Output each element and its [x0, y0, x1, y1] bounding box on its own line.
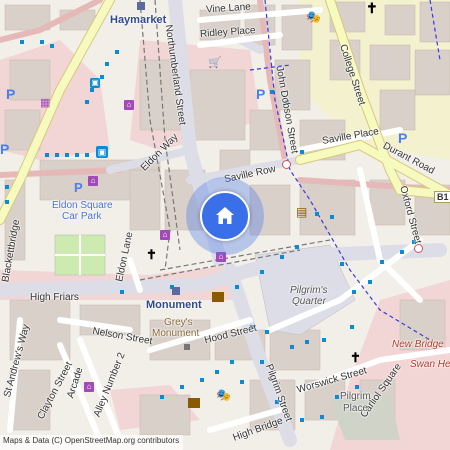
label-greys-monument: Grey's	[164, 317, 193, 328]
home-icon	[216, 207, 234, 224]
parking-icon[interactable]: P	[74, 180, 83, 195]
parking-icon[interactable]: P	[256, 86, 265, 102]
label-pilgrims-quarter: Pilgrim's	[290, 285, 328, 296]
label-pilgrim-place: Place	[343, 403, 369, 414]
cross-icon[interactable]: ✝	[350, 350, 361, 366]
cross-icon[interactable]: ✝	[146, 247, 157, 263]
label-monument: Monument	[146, 299, 202, 311]
film-icon[interactable]	[188, 398, 200, 408]
shopping-bag-icon[interactable]: ⌂	[160, 230, 170, 240]
label-eldon-square-car-park: Car Park	[62, 211, 102, 222]
cross-icon[interactable]: ✝	[366, 0, 378, 17]
monument-marker-icon[interactable]	[184, 344, 190, 350]
label-new-bridge: New Bridge	[392, 339, 444, 350]
bus-station-icon[interactable]: ▣	[90, 78, 100, 88]
shopping-cart-icon[interactable]: 🛒	[208, 56, 222, 69]
film-icon[interactable]	[212, 292, 224, 302]
label-haymarket: Haymarket	[110, 14, 167, 26]
theatre-masks-icon[interactable]: 🎭	[216, 388, 231, 402]
parking-icon[interactable]: P	[0, 141, 9, 157]
shopping-bag-icon[interactable]: ⌂	[88, 176, 98, 186]
label-high-friars: High Friars	[30, 292, 79, 303]
shopping-bag-icon[interactable]: ⌂	[84, 382, 94, 392]
marker-icon[interactable]	[414, 244, 423, 253]
label-pilgrim-place: Pilgrim	[340, 391, 371, 402]
marker-icon[interactable]	[282, 160, 291, 169]
label-greys-monument: Monument	[152, 328, 200, 339]
station-icon[interactable]	[137, 2, 145, 10]
label-swan-house: Swan He	[410, 359, 450, 370]
theatre-masks-icon[interactable]: 🎭	[306, 10, 321, 24]
shopping-bag-icon[interactable]: ⌂	[124, 100, 134, 110]
parking-icon[interactable]: P	[6, 86, 15, 102]
shopping-bag-icon[interactable]: ▦	[40, 96, 50, 109]
label-pilgrims-quarter: Quarter	[292, 296, 326, 307]
map-attribution[interactable]: Maps & Data (C) OpenStreetMap.org contri…	[0, 435, 184, 450]
book-icon[interactable]: ▤	[296, 205, 307, 219]
bus-station-icon[interactable]: ▣	[96, 146, 108, 158]
current-location-marker[interactable]	[200, 191, 250, 241]
route-shield: B1	[434, 191, 450, 203]
parking-icon[interactable]: P	[398, 130, 407, 146]
label-eldon-square-car-park: Eldon Square	[52, 200, 113, 211]
map-canvas[interactable]: ▣ ▣ 🛒 ▦ ⌂ ⌂ ⌂ ⌂ ⌂ 🎭 🎭 ✝ ✝ ✝ ▤ P P P P P …	[0, 0, 450, 450]
monument-icon[interactable]	[172, 287, 180, 295]
